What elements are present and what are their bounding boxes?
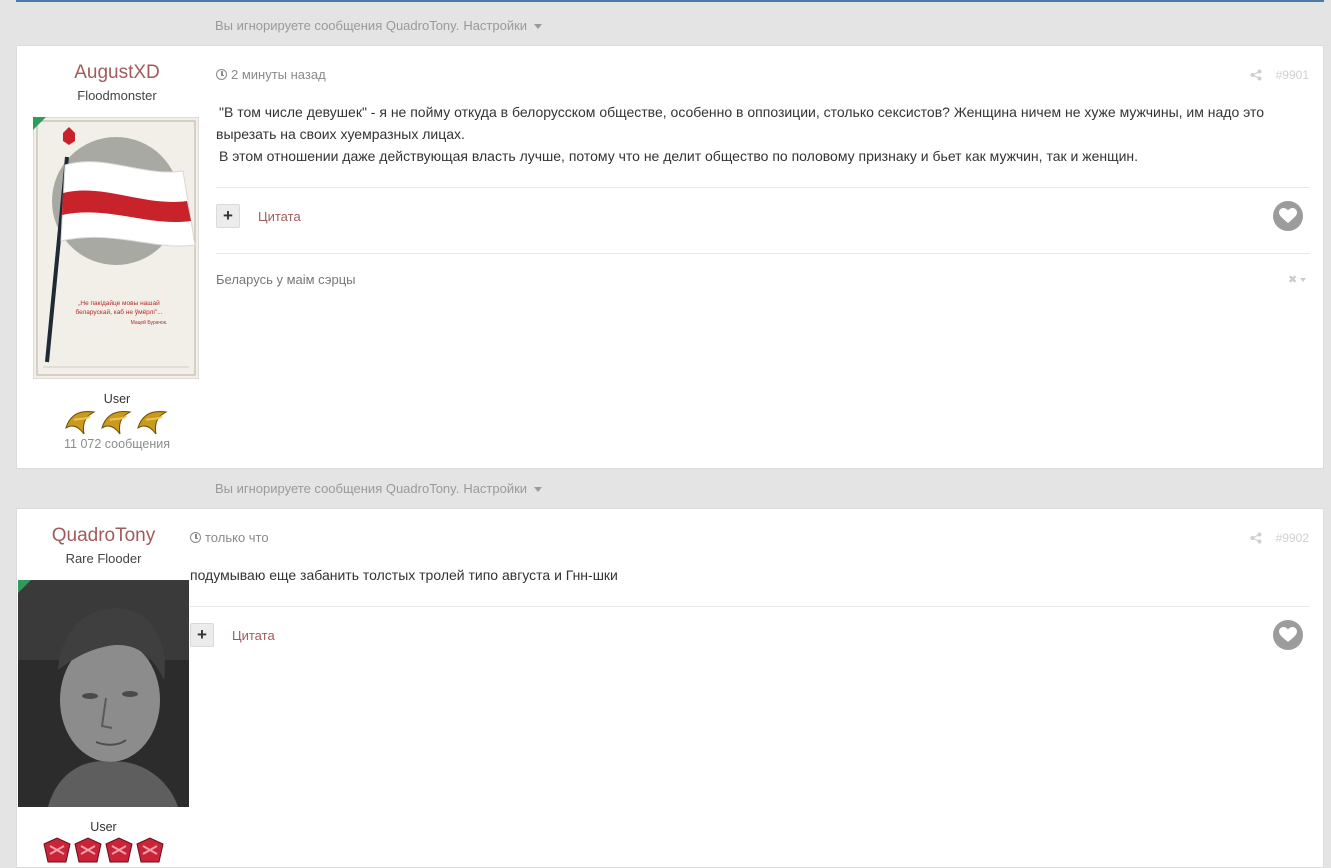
divider (216, 253, 1310, 254)
rank-badge-icon (65, 411, 96, 435)
author-name[interactable]: AugustXD (17, 62, 217, 84)
post-author: AugustXD Floodmonster (17, 62, 217, 103)
multiquote-button[interactable]: + (216, 204, 240, 228)
clock-icon (216, 69, 227, 80)
ignore-notice: Вы игнорируете сообщения QuadroTony. Нас… (215, 481, 543, 496)
post-time[interactable]: 2 минуты назад (231, 67, 326, 82)
post-time[interactable]: только что (205, 530, 269, 545)
ignore-notice-text: Вы игнорируете сообщения QuadroTony. (215, 481, 460, 496)
rank-badge-icon (43, 837, 71, 863)
author-title: Floodmonster (77, 88, 157, 103)
post-content: "В том числе девушек" - я не пойму откуд… (216, 101, 1306, 167)
rank-badges (17, 836, 190, 864)
caret-down-icon[interactable] (534, 487, 543, 492)
post-text-line: В этом отношении даже действующая власть… (219, 148, 1139, 164)
post: AugustXD Floodmonster „Не пакідайце мовы… (16, 45, 1324, 469)
top-border (16, 0, 1324, 2)
post-number[interactable]: #9902 (1276, 531, 1309, 545)
multiquote-button[interactable]: + (190, 623, 214, 647)
rank-badge-icon (137, 411, 168, 435)
post-number[interactable]: #9901 (1276, 68, 1309, 82)
heart-icon (1279, 208, 1297, 223)
quote-button[interactable]: Цитата (232, 628, 275, 643)
post-text-line: вырезать на своих хуемразных лицах. (216, 126, 465, 142)
ignore-settings-link[interactable]: Настройки (463, 18, 527, 33)
post-author-stats: User 11 072 сообщения (17, 392, 217, 451)
post-author: QuadroTony Rare Flooder (17, 525, 190, 566)
like-button[interactable] (1273, 201, 1303, 231)
caret-down-icon[interactable] (1300, 277, 1307, 282)
post-content: подумываю еще забанить толстых тролей ти… (190, 564, 1290, 586)
author-name[interactable]: QuadroTony (17, 525, 190, 547)
signature-tools[interactable]: ✖ (1288, 273, 1307, 286)
heart-icon (1279, 627, 1297, 642)
online-indicator (33, 117, 46, 130)
ignore-notice-text: Вы игнорируете сообщения QuadroTony. (215, 18, 460, 33)
author-group: User (90, 820, 117, 834)
avatar[interactable]: „Не пакідайце мовы нашай беларускай, каб… (32, 116, 200, 380)
rank-badges (17, 408, 217, 436)
ignore-notice: Вы игнорируете сообщения QuadroTony. Нас… (215, 18, 543, 33)
online-indicator (18, 580, 31, 593)
avatar-caption-line1: „Не пакідайце мовы нашай (78, 299, 160, 307)
post-author-stats: User (17, 820, 190, 864)
like-button[interactable] (1273, 620, 1303, 650)
signature: Беларусь у маім сэрцы (216, 272, 356, 287)
post-text-line: "В том числе девушек" - я не пойму откуд… (219, 104, 1265, 120)
clock-icon (190, 532, 201, 543)
avatar[interactable] (18, 580, 189, 807)
rank-badge-icon (74, 837, 102, 863)
avatar-caption-line2: беларускай, каб не ўмёрлі"... (75, 308, 162, 316)
post-tools: #9901 (1250, 68, 1309, 82)
post-meta[interactable]: 2 минуты назад (216, 67, 326, 82)
share-icon[interactable] (1250, 532, 1262, 544)
post-meta[interactable]: только что (190, 530, 269, 545)
author-title: Rare Flooder (65, 551, 142, 566)
author-group: User (103, 392, 131, 406)
post-text-line: подумываю еще забанить толстых тролей ти… (190, 567, 618, 583)
author-posts-count[interactable]: 11 072 сообщения (17, 437, 217, 451)
caret-down-icon[interactable] (534, 24, 543, 29)
quote-button[interactable]: Цитата (258, 209, 301, 224)
share-icon[interactable] (1250, 69, 1262, 81)
flag-postcard-image: „Не пакідайце мовы нашай беларускай, каб… (32, 116, 200, 380)
rank-badge-icon (101, 411, 132, 435)
rank-badge-icon (105, 837, 133, 863)
rank-badge-icon (136, 837, 164, 863)
avatar-caption-line3: Мацей Бурачок. (131, 319, 168, 326)
divider (216, 187, 1310, 188)
close-icon[interactable]: ✖ (1288, 273, 1297, 286)
user-photo-image (18, 580, 189, 807)
divider (190, 606, 1310, 607)
ignore-settings-link[interactable]: Настройки (463, 481, 527, 496)
post-tools: #9902 (1250, 531, 1309, 545)
post: QuadroTony Rare Flooder User только что (16, 508, 1324, 868)
